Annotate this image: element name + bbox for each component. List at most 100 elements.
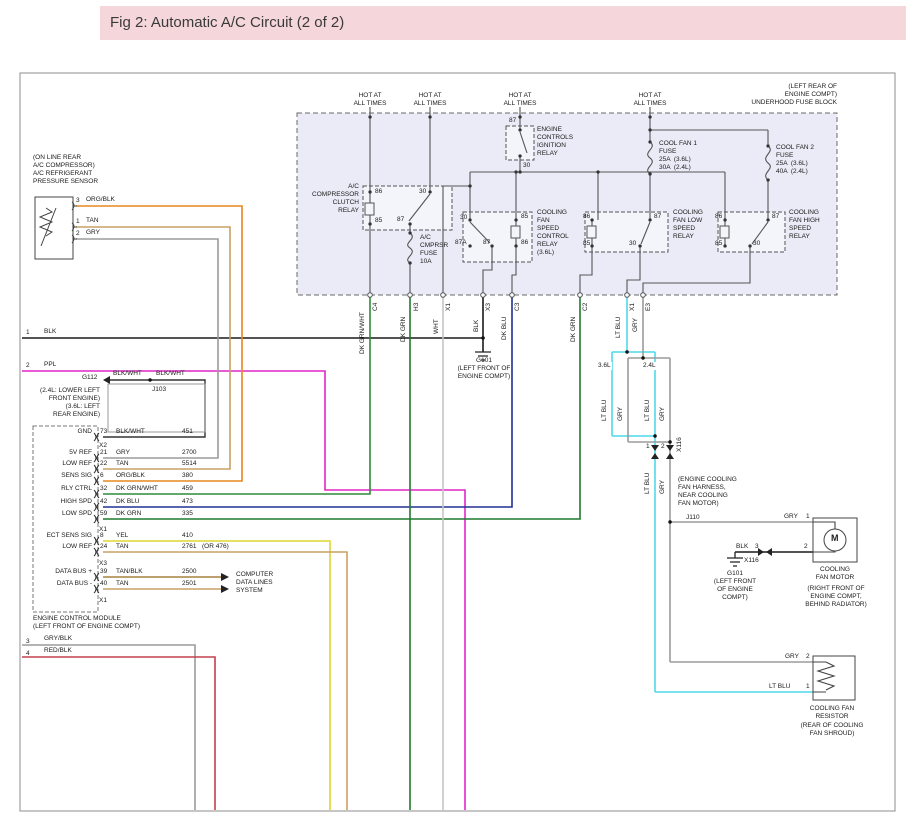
ecm-row-6-pin: 59 (100, 510, 107, 518)
sensor-wire-org-blk-label: ORG/BLK (86, 196, 115, 204)
engine-3-6l-label: 3.6L (597, 362, 612, 370)
conn-label-x116-v: X116 (677, 437, 684, 452)
terminal-c2 (578, 293, 583, 298)
ecm-row-10-pin: 40 (100, 580, 107, 588)
ecm-row-8-wire: TAN (116, 543, 129, 551)
ls-pin-30: 30 (629, 240, 636, 248)
ac-cmprsr-fuse-label: A/C CMPRSR FUSE 10A (420, 234, 448, 266)
g112-wire-blk-wht-1: BLK/WHT (113, 370, 142, 378)
terminal-e3 (641, 293, 646, 298)
wire-label-gry-a: GRY (633, 318, 640, 332)
g112-wire-blk-wht-2: BLK/WHT (156, 370, 185, 378)
left-wire-2-color: PPL (44, 361, 56, 369)
ecm-row-5-ckt: 473 (182, 498, 193, 506)
wire-label-dk-blu: DK BLU (502, 317, 509, 340)
wire-label-lt-blu-c: LT BLU (645, 400, 652, 421)
clutch-pin-85: 85 (375, 217, 382, 225)
motor-location-label: (RIGHT FRONT OF ENGINE COMPT, BEHIND RAD… (795, 585, 877, 609)
ecm-row-2-wire: TAN (116, 460, 129, 468)
motor-pin-2-label: 2 (804, 543, 808, 551)
ecm-conn-x3: X3 (99, 560, 107, 568)
ecm-row-4-pin: 32 (100, 485, 107, 493)
terminal-c3 (510, 293, 515, 298)
fan-resistor-symbol (813, 656, 855, 700)
motor-m-symbol: M (831, 533, 839, 543)
ls-pin-85: 85 (583, 240, 590, 248)
sc-pin-87a: 87A (455, 239, 467, 247)
ecm-row-6-ckt: 335 (182, 510, 193, 518)
conn-label-e3: E3 (646, 303, 653, 311)
resistor-pin-2-label: 2 (806, 653, 810, 661)
ecm-row-3-pin: 6 (100, 472, 104, 480)
conn-label-x1-b: X1 (630, 303, 637, 311)
sensor-wire-gry-label: GRY (86, 229, 100, 237)
conn-label-x3-a: X3 (486, 303, 493, 311)
ecm-row-8-alt: (OR 476) (202, 543, 229, 551)
g101-left-label: G101 (LEFT FRONT OF ENGINE COMPT) (447, 357, 521, 381)
x116-pin-1-label: 1 (646, 443, 650, 451)
fuse-block-location: (LEFT REAR OF ENGINE COMPT) UNDERHOOD FU… (700, 83, 837, 107)
j110-label: J110 (686, 514, 700, 522)
resistor-wire-gry-label: GRY (785, 653, 799, 661)
ecm-row-9-ckt: 2500 (182, 568, 196, 576)
fan-harness-label: (ENGINE COOLING FAN HARNESS, NEAR COOLIN… (678, 476, 737, 508)
pressure-sensor-label: (ON LINE REAR A/C COMPRESSOR) A/C REFRIG… (33, 154, 98, 186)
terminal-x1 (441, 293, 446, 298)
sensor-box (35, 197, 73, 259)
cool-fan-2-fuse-label: COOL FAN 2 FUSE 25A (3.6L) 40A (2.4L) (776, 144, 814, 176)
clutch-pin-87: 87 (397, 216, 404, 224)
sensor-wire-tan-label: TAN (86, 217, 99, 225)
x116-pin-3-label: 3 (755, 543, 759, 551)
wiring-diagram (0, 0, 911, 819)
ecm-row-8-ckt: 2761 (182, 543, 196, 551)
ecm-row-2-ckt: 5514 (182, 460, 196, 468)
hs-pin-30: 30 (753, 240, 760, 248)
hot-label-4: HOT AT ALL TIMES (628, 92, 672, 108)
ecm-row-1-label: 5V REF (36, 449, 92, 457)
sc-pin-87: 87 (483, 239, 490, 247)
sc-pin-85: 85 (521, 213, 528, 221)
ecm-row-0-wire: BLK/WHT (116, 428, 145, 436)
conn-label-c2: C2 (583, 303, 590, 311)
left-wire-1-number: 1 (26, 329, 30, 337)
ecm-row-8-pin: 24 (100, 543, 107, 551)
left-wire-1-color: BLK (44, 328, 56, 336)
ecm-row-4-wire: DK GRN/WHT (116, 485, 158, 493)
conn-label-c3: C3 (515, 303, 522, 311)
x116-pin-2-label: 2 (661, 443, 665, 451)
j103-label: J103 (152, 386, 166, 394)
sensor-pin-3-label: 3 (76, 197, 80, 205)
g112-label: G112 (82, 374, 97, 382)
hot-label-1: HOT AT ALL TIMES (348, 92, 392, 108)
hot-label-2: HOT AT ALL TIMES (408, 92, 452, 108)
conn-label-c4: C4 (373, 303, 380, 311)
ecm-row-3-label: SENS SIG (36, 472, 92, 480)
left-wire-3-color: GRY/BLK (44, 635, 72, 643)
ecm-row-5-wire: DK BLU (116, 498, 139, 506)
conn-label-x1-a: X1 (446, 303, 453, 311)
ecm-row-5-label: HIGH SPD (36, 498, 92, 506)
resistor-pin-1-label: 1 (806, 683, 810, 691)
ecm-row-2-label: LOW REF (36, 460, 92, 468)
ecm-row-4-ckt: 459 (182, 485, 193, 493)
hs-relay-label: COOLING FAN HIGH SPEED RELAY (789, 209, 820, 241)
ecm-row-2-pin: 22 (100, 460, 107, 468)
computer-data-lines-label: COMPUTER DATA LINES SYSTEM (236, 571, 273, 595)
ignition-relay-label: ENGINE CONTROLS IGNITION RELAY (537, 126, 573, 158)
ecm-row-4-label: RLY CTRL (36, 485, 92, 493)
hs-pin-85: 85 (715, 240, 722, 248)
ecm-row-7-pin: 8 (100, 532, 104, 540)
g101-right-label: G101 (LEFT FRONT OF ENGINE COMPT) (706, 570, 764, 602)
resistor-location-label: (REAR OF COOLING FAN SHROUD) (791, 722, 873, 738)
motor-pin-1-label: 1 (806, 513, 810, 521)
resistor-name-label: COOLING FAN RESISTOR (794, 705, 870, 721)
g112-engine-note: (2.4L: LOWER LEFT FRONT ENGINE) (3.6L: L… (30, 387, 100, 419)
ecm-row-6-wire: DK GRN (116, 510, 141, 518)
clutch-pin-86: 86 (375, 188, 382, 196)
ecm-row-0-label: GND (36, 428, 92, 436)
ecm-row-0-pin: 73 (100, 428, 107, 436)
ecm-row-10-label: DATA BUS - (36, 580, 92, 588)
ecm-row-7-label: ECT SENS SIG (36, 532, 92, 540)
sc-pin-86: 86 (521, 239, 528, 247)
pressure-sensor-symbol (35, 197, 77, 259)
